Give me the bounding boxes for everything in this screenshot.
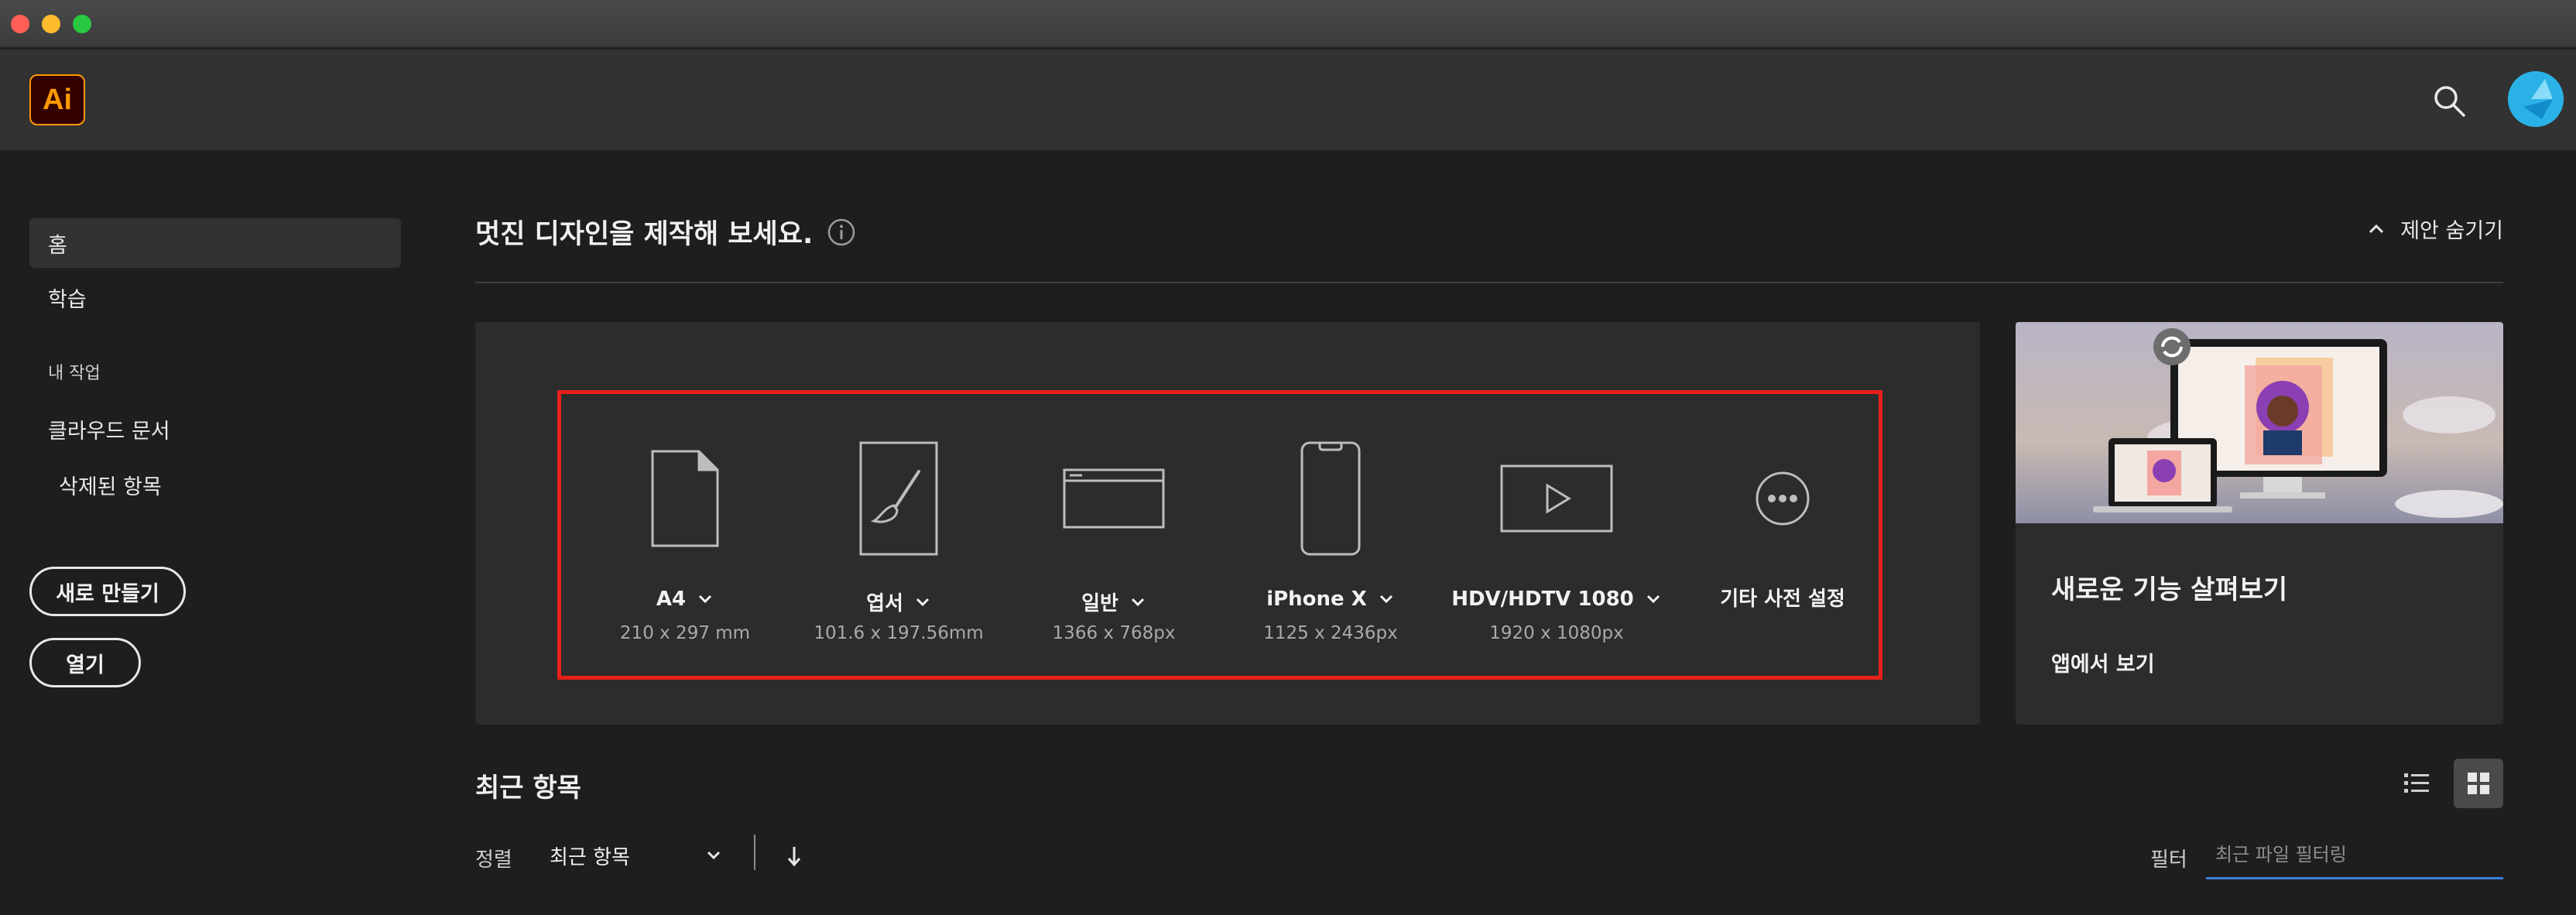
grid-view-button[interactable] [2454, 759, 2503, 808]
search-button[interactable] [2430, 82, 2469, 121]
presets-highlight-box: A4 210 x 297 mm 엽서 101.6 x 197.56mm 일반 1… [557, 390, 1882, 680]
search-icon [2434, 86, 2465, 117]
close-window-button[interactable] [11, 15, 29, 33]
sort-label: 정렬 [475, 848, 512, 872]
preset-postcard[interactable]: 엽서 101.6 x 197.56mm [798, 394, 999, 676]
chevron-down-icon[interactable] [1645, 591, 1662, 608]
zoom-window-button[interactable] [73, 15, 91, 33]
main-content: 멋진 디자인을 제작해 보세요. 제안 숨기기 A4 210 x 297 mm … [475, 150, 2503, 915]
illustrator-logo[interactable]: Ai [29, 74, 85, 125]
chevron-down-icon[interactable] [1378, 591, 1395, 608]
page-title: 멋진 디자인을 제작해 보세요. [475, 219, 814, 250]
arrow-down-icon [787, 847, 801, 867]
recent-files-heading: 최근 항목 [475, 773, 581, 804]
whats-new-card[interactable]: 새로운 기능 살펴보기 앱에서 보기 [2016, 322, 2503, 725]
view-in-app-link[interactable]: 앱에서 보기 [2051, 647, 2155, 677]
phone-icon [1300, 441, 1361, 556]
divider [754, 834, 755, 870]
sort-dropdown[interactable]: 최근 항목 [550, 834, 723, 876]
window-titlebar [0, 0, 2576, 48]
preset-size: 1125 x 2436px [1263, 623, 1398, 643]
chevron-up-icon [2369, 224, 2384, 233]
info-icon[interactable] [827, 218, 856, 247]
sidebar-item-label: 학습 [48, 287, 87, 312]
sidebar-item-deleted[interactable]: 삭제된 항목 [29, 460, 401, 509]
presets-panel: A4 210 x 297 mm 엽서 101.6 x 197.56mm 일반 1… [475, 322, 1980, 725]
preset-a4[interactable]: A4 210 x 297 mm [584, 394, 786, 676]
preset-name: iPhone X [1266, 588, 1367, 611]
sidebar: 홈 학습 내 작업 클라우드 문서 삭제된 항목 새로 만들기 열기 [0, 150, 433, 915]
sidebar-item-label: 삭제된 항목 [59, 475, 162, 499]
chevron-down-icon[interactable] [1129, 594, 1146, 611]
preset-size: 101.6 x 197.56mm [814, 623, 984, 643]
sidebar-item-learn[interactable]: 학습 [29, 272, 401, 322]
open-file-button[interactable]: 열기 [29, 638, 141, 687]
more-icon [1756, 471, 1810, 526]
grid-view-icon [2468, 773, 2489, 794]
sidebar-item-cloud-documents[interactable]: 클라우드 문서 [29, 404, 401, 454]
preset-name: 기타 사전 설정 [1720, 588, 1845, 611]
sidebar-item-label: 홈 [48, 233, 67, 258]
browser-window-icon [1063, 468, 1165, 529]
sort-direction-button[interactable] [779, 841, 810, 872]
preset-size: 210 x 297 mm [619, 623, 751, 643]
minimize-window-button[interactable] [42, 15, 60, 33]
whats-new-illustration [2016, 322, 2503, 523]
preset-iphone-x[interactable]: iPhone X 1125 x 2436px [1230, 394, 1431, 676]
sidebar-item-label: 클라우드 문서 [48, 419, 170, 444]
preset-size: 1920 x 1080px [1489, 623, 1624, 643]
chevron-down-icon [707, 851, 721, 860]
avatar-image-icon [2508, 71, 2564, 127]
brush-document-icon [859, 441, 938, 556]
filter-input[interactable] [2206, 831, 2503, 879]
divider [475, 282, 2503, 283]
video-play-icon [1500, 464, 1613, 533]
sidebar-item-home[interactable]: 홈 [29, 218, 401, 268]
preset-more[interactable]: 기타 사전 설정 [1682, 394, 1883, 676]
filter-label: 필터 [2150, 848, 2187, 872]
sort-value: 최근 항목 [550, 845, 630, 869]
list-view-button[interactable] [2392, 759, 2441, 808]
preset-name: 엽서 [866, 592, 903, 615]
hide-suggestions-label: 제안 숨기기 [2400, 219, 2503, 243]
list-view-icon [2404, 773, 2429, 793]
preset-name: A4 [656, 588, 687, 611]
suggestions-heading: 멋진 디자인을 제작해 보세요. [475, 212, 856, 252]
preset-name: HDV/HDTV 1080 [1451, 588, 1634, 611]
app-header: Ai [0, 50, 2576, 150]
chevron-down-icon[interactable] [914, 594, 931, 611]
user-avatar[interactable] [2508, 71, 2564, 127]
new-file-button[interactable]: 새로 만들기 [29, 567, 186, 616]
document-icon [651, 450, 719, 547]
sidebar-section-my-work: 내 작업 [48, 364, 101, 383]
preset-general[interactable]: 일반 1366 x 768px [1013, 394, 1214, 676]
whats-new-title: 새로운 기능 살펴보기 [2051, 574, 2288, 605]
preset-size: 1366 x 768px [1052, 623, 1176, 643]
preset-hdv-hdtv-1080[interactable]: HDV/HDTV 1080 1920 x 1080px [1440, 394, 1673, 676]
hide-suggestions-button[interactable]: 제안 숨기기 [2366, 214, 2503, 244]
preset-name: 일반 [1081, 592, 1118, 615]
chevron-down-icon[interactable] [697, 591, 714, 608]
